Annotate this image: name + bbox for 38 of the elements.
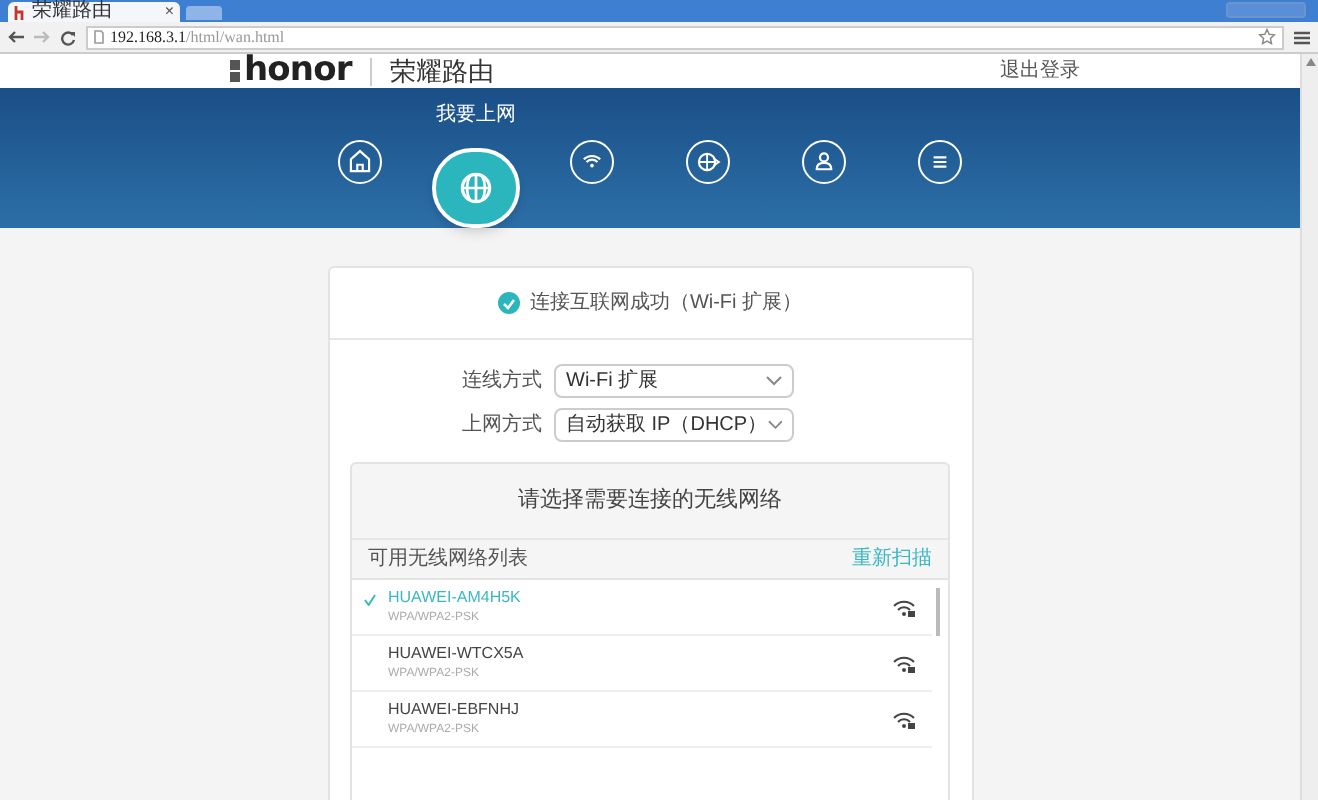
menu-icon[interactable] bbox=[1294, 29, 1310, 45]
brand-logo: honor bbox=[244, 54, 352, 88]
nav-label: 我要上网 bbox=[436, 104, 516, 128]
chevron-down-icon bbox=[766, 376, 782, 386]
page-icon bbox=[94, 30, 104, 44]
nav-tab[interactable] bbox=[432, 148, 520, 228]
nav-tab[interactable] bbox=[802, 140, 846, 184]
close-tab-button[interactable]: × bbox=[164, 4, 174, 20]
logo-mark-icon bbox=[230, 60, 240, 82]
nav-tab[interactable] bbox=[918, 140, 962, 184]
url-field[interactable]: 192.168.3.1/html/wan.html bbox=[86, 25, 1284, 49]
url-text: 192.168.3.1/html/wan.html bbox=[110, 29, 285, 45]
browser-tab[interactable]: 荣耀路由 × bbox=[8, 2, 180, 22]
check-icon bbox=[364, 593, 376, 605]
chevron-down-icon bbox=[767, 420, 782, 430]
nav-tab[interactable] bbox=[686, 140, 730, 184]
panel-title: 请选择需要连接的无线网络 bbox=[518, 485, 782, 517]
field-label: 连线方式 bbox=[460, 367, 542, 396]
reload-icon[interactable] bbox=[60, 29, 76, 45]
back-icon[interactable] bbox=[8, 30, 24, 44]
nav-tab[interactable] bbox=[570, 140, 614, 184]
status-message: 连接互联网成功（Wi-Fi 扩展） bbox=[529, 289, 803, 318]
dropdown[interactable]: Wi-Fi 扩展 bbox=[554, 364, 794, 398]
logout-link[interactable]: 退出登录 bbox=[1000, 56, 1080, 86]
scroll-up-icon[interactable] bbox=[1305, 58, 1315, 66]
list-label: 可用无线网络列表 bbox=[368, 545, 528, 574]
tab-title: 荣耀路由 bbox=[32, 2, 114, 22]
dropdown[interactable]: 自动获取 IP（DHCP） bbox=[554, 408, 794, 442]
product-name: 荣耀路由 bbox=[389, 58, 494, 84]
nav-tab[interactable] bbox=[338, 140, 382, 184]
wifi-lock-icon bbox=[892, 653, 916, 673]
list-scrollbar[interactable] bbox=[936, 588, 940, 636]
logo-icon bbox=[14, 5, 26, 19]
wifi-lock-icon bbox=[892, 709, 916, 729]
field-label: 上网方式 bbox=[460, 411, 542, 440]
page-scrollbar[interactable] bbox=[1300, 54, 1318, 800]
star-icon[interactable] bbox=[1258, 28, 1276, 46]
wifi-lock-icon bbox=[892, 597, 916, 617]
